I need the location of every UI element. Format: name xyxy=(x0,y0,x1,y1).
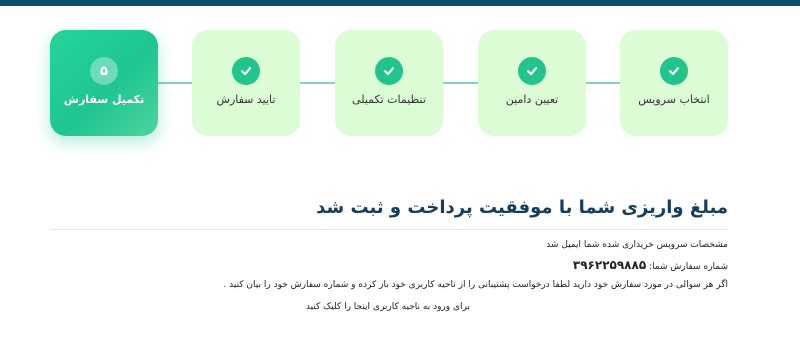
step-label: تایید سفارش xyxy=(216,93,276,106)
check-icon xyxy=(375,57,403,85)
step-connector xyxy=(158,82,192,84)
check-icon xyxy=(232,57,260,85)
step-confirm-order[interactable]: تایید سفارش xyxy=(192,30,300,136)
step-extra-settings[interactable]: تنظیمات تکمیلی xyxy=(335,30,443,136)
order-result: مبلغ واریزی شما با موفقیت پرداخت و ثبت ش… xyxy=(50,195,728,312)
step-number-badge: ۵ xyxy=(90,57,118,85)
emailed-notice: مشخصات سرویس خریداری شده شما ایمیل شد xyxy=(546,240,728,250)
step-connector xyxy=(586,82,620,84)
page-title: مبلغ واریزی شما با موفقیت پرداخت و ثبت ش… xyxy=(50,195,728,230)
step-label: تکمیل سفارش xyxy=(63,93,145,106)
step-complete-order[interactable]: ۵ تکمیل سفارش xyxy=(50,30,158,136)
step-number: ۵ xyxy=(100,63,108,79)
user-area-link[interactable]: برای ورود به ناحیه کاربری اینجا را کلیک … xyxy=(306,301,470,314)
step-select-service[interactable]: انتخاب سرویس xyxy=(620,30,728,136)
step-label: تنظیمات تکمیلی xyxy=(352,93,426,106)
check-icon xyxy=(660,57,688,85)
step-domain[interactable]: تعیین دامین xyxy=(478,30,586,136)
order-number: ۳۹۶۲۲۵۹۸۸۵ xyxy=(572,258,647,272)
order-number-line: شماره سفارش شما: ۳۹۶۲۲۵۹۸۸۵ xyxy=(573,259,728,274)
step-connector xyxy=(300,82,335,84)
top-bar xyxy=(0,0,800,6)
order-stepper: ۵ تکمیل سفارش تایید سفارش تنظیمات تکمیلی… xyxy=(50,30,728,138)
step-connector xyxy=(443,82,478,84)
order-number-label: شماره سفارش شما: xyxy=(649,262,728,272)
support-notice: اگر هر سوالی در مورد سفارش خود دارید لطف… xyxy=(223,280,728,290)
check-icon xyxy=(518,57,546,85)
step-label: تعیین دامین xyxy=(505,93,559,106)
step-label: انتخاب سرویس xyxy=(638,93,710,106)
